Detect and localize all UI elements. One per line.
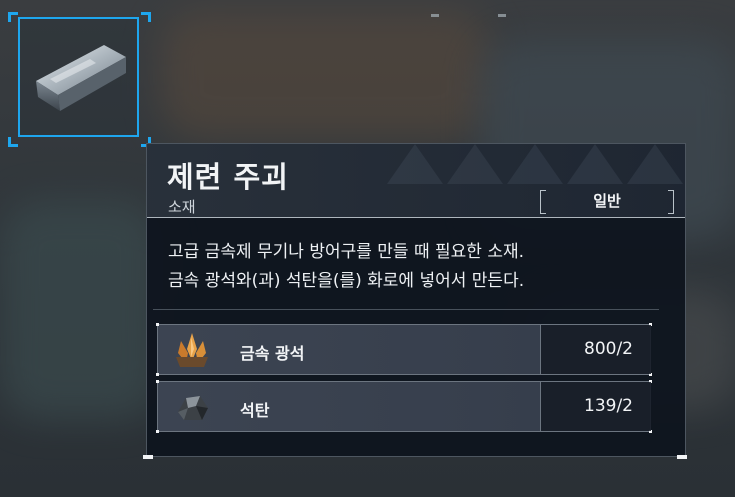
description-line: 금속 광석와(과) 석탄을(를) 화로에 넣어서 만든다.	[168, 271, 525, 291]
header-divider	[147, 217, 685, 218]
slot-corner	[141, 12, 151, 22]
item-slot-selected[interactable]	[18, 17, 139, 137]
tooltip-header: 제련 주괴 소재 일반	[147, 144, 685, 218]
material-name: 석탄	[240, 401, 270, 420]
material-quantity-box: 800/2	[540, 325, 651, 374]
item-category: 소재	[168, 198, 196, 216]
item-tooltip: 제련 주괴 소재 일반 고급 금속제 무기나 방어구를 만들 때 필요한 소재.…	[146, 143, 686, 457]
material-quantity: 139/2	[584, 396, 633, 416]
material-quantity: 800/2	[584, 339, 633, 359]
item-grade-badge: 일반	[540, 190, 674, 214]
panel-corner	[677, 455, 687, 459]
item-name: 제련 주괴	[167, 160, 289, 194]
material-name: 금속 광석	[240, 344, 305, 363]
coal-icon	[178, 396, 208, 420]
material-row[interactable]: 석탄 139/2	[156, 380, 652, 433]
material-row[interactable]: 금속 광석 800/2	[156, 323, 652, 376]
material-quantity-box: 139/2	[540, 382, 651, 431]
description-line: 고급 금속제 무기나 방어구를 만들 때 필요한 소재.	[168, 242, 525, 262]
item-description: 고급 금속제 무기나 방어구를 만들 때 필요한 소재. 금속 광석와(과) 석…	[168, 238, 524, 296]
metal-ingot-icon	[36, 45, 126, 111]
slot-corner	[8, 137, 18, 147]
panel-corner	[143, 455, 153, 459]
section-divider	[153, 309, 659, 310]
metal-ore-icon	[176, 333, 208, 367]
item-grade-label: 일반	[593, 192, 621, 210]
slot-corner	[8, 12, 18, 22]
